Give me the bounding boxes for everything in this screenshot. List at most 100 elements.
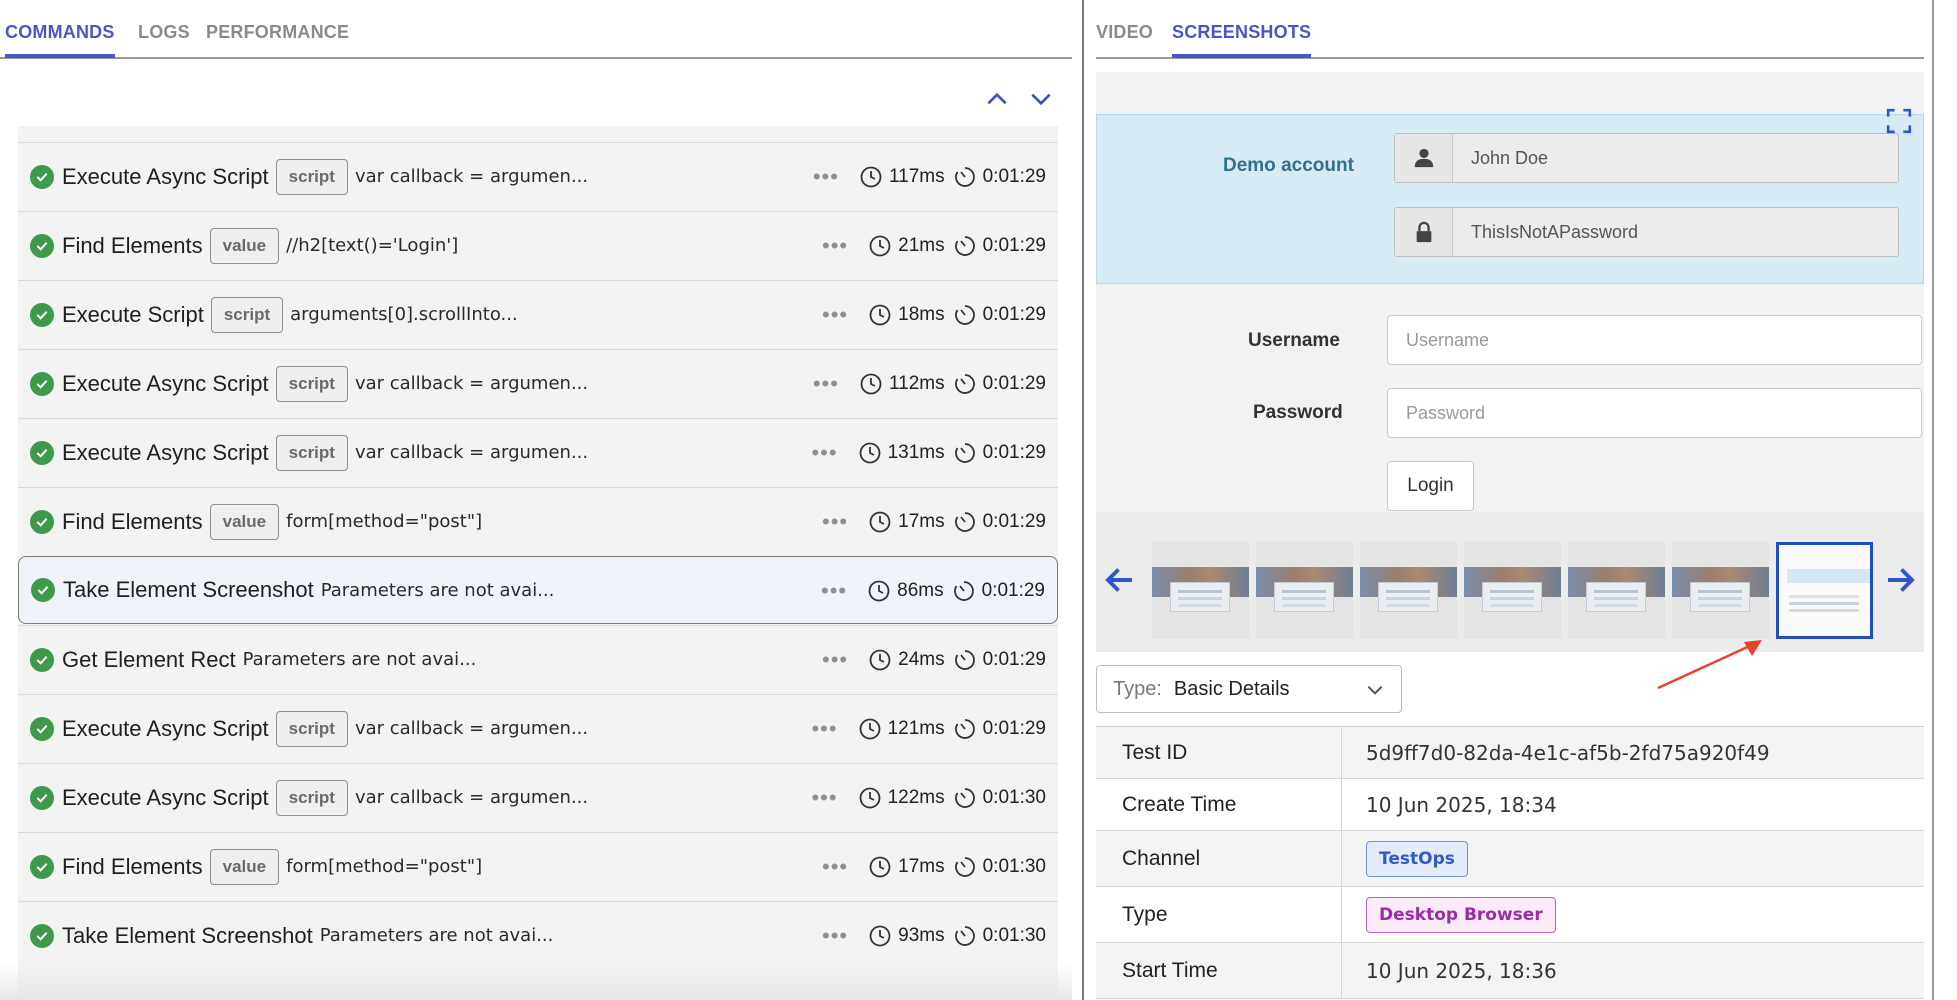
clock-icon [869, 649, 891, 671]
screenshot-thumbnail[interactable] [1672, 542, 1769, 639]
screenshot-thumbnail[interactable] [1568, 542, 1665, 639]
tab-video[interactable]: VIDEO [1096, 22, 1153, 43]
command-timestamp: 0:01:30 [982, 787, 1046, 808]
more-dots-icon[interactable]: ••• [813, 373, 839, 395]
command-duration: 17ms [898, 856, 945, 877]
command-timestamp: 0:01:29 [981, 580, 1045, 601]
command-param: //h2[text()='Login'] [286, 235, 459, 256]
timer-icon [954, 788, 975, 808]
scroll-fade [0, 964, 1072, 1000]
tab-performance[interactable]: PERFORMANCE [206, 22, 349, 43]
check-circle-icon [30, 440, 54, 465]
more-dots-icon[interactable]: ••• [822, 925, 848, 947]
command-row[interactable]: Find Elements value //h2[text()='Login'] ••… [18, 211, 1058, 279]
check-circle-icon [30, 371, 54, 396]
command-row[interactable]: Execute Script script arguments[0].scrollI… [18, 280, 1058, 348]
demo-username-value: John Doe [1471, 147, 1549, 168]
command-duration: 24ms [898, 649, 945, 670]
timer-icon [954, 650, 975, 670]
annotation-arrow-icon [1657, 640, 1762, 690]
command-row[interactable]: Take Element Screenshot Parameters are no… [18, 556, 1058, 624]
command-list: Execute Async Script script var callback =… [18, 126, 1058, 1000]
command-row[interactable]: Execute Async Script script var callback =… [18, 694, 1058, 762]
command-tag: value [209, 227, 280, 264]
command-name: Execute Async Script [62, 784, 269, 810]
command-row[interactable]: Execute Async Script script var callback =… [18, 349, 1058, 417]
command-name: Execute Async Script [62, 370, 269, 396]
command-name: Execute Async Script [62, 439, 269, 465]
more-dots-icon[interactable]: ••• [811, 718, 837, 740]
timer-icon [954, 443, 975, 463]
tab-commands[interactable]: COMMANDS [5, 22, 115, 58]
command-row[interactable]: Find Elements value form[method="post"] •••… [18, 487, 1058, 555]
command-row[interactable]: Take Element Screenshot Parameters are no… [18, 901, 1058, 969]
username-input[interactable]: Username [1387, 315, 1922, 365]
command-tag: script [275, 710, 348, 747]
command-meta: ••• 86ms 0:01:29 [821, 557, 1045, 625]
details-row: Type Desktop Browser [1096, 887, 1924, 943]
check-circle-icon [30, 854, 54, 879]
check-circle-icon [30, 233, 54, 258]
more-dots-icon[interactable]: ••• [822, 235, 848, 257]
panel-divider[interactable] [1082, 0, 1084, 1000]
more-dots-icon[interactable]: ••• [813, 166, 839, 188]
chevron-up-icon[interactable] [984, 86, 1010, 112]
details-key: Test ID [1096, 727, 1342, 778]
command-param: arguments[0].scrollInto... [290, 304, 518, 325]
command-meta: ••• 131ms 0:01:29 [811, 419, 1046, 487]
check-circle-icon [30, 785, 54, 810]
command-duration: 117ms [888, 166, 945, 187]
screenshot-thumbnail[interactable] [1464, 542, 1561, 639]
command-row[interactable]: Find Elements value form[method="post"] •••… [18, 832, 1058, 900]
details-value-cell: TestOps [1342, 840, 1468, 877]
timer-icon [954, 857, 975, 877]
password-label: Password [1253, 402, 1343, 423]
screenshot-thumbnail[interactable] [1776, 542, 1873, 639]
command-param: var callback = argumen... [354, 787, 589, 808]
command-row[interactable]: Get Element Rect Parameters are not avai.… [18, 625, 1058, 693]
left-tab-bar: COMMANDS LOGS PERFORMANCE [0, 0, 1072, 59]
testops-badge: TestOps [1366, 840, 1468, 877]
command-row[interactable]: Execute Async Script script var callback =… [18, 142, 1058, 210]
command-name: Find Elements [62, 508, 203, 534]
screenshot-thumbnail[interactable] [1152, 542, 1249, 639]
more-dots-icon[interactable]: ••• [822, 511, 848, 533]
more-dots-icon[interactable]: ••• [822, 856, 848, 878]
type-select-label: Type: [1113, 677, 1162, 700]
demo-account-label: Demo account [1223, 155, 1354, 176]
more-dots-icon[interactable]: ••• [811, 442, 837, 464]
command-timestamp: 0:01:30 [982, 925, 1046, 946]
screenshot-preview: Demo account John Doe ThisIsNotAPassword [1096, 72, 1924, 512]
chevron-down-icon[interactable] [1028, 86, 1054, 112]
command-timestamp: 0:01:29 [982, 304, 1046, 325]
command-timestamp: 0:01:30 [982, 856, 1046, 877]
command-param: form[method="post"] [286, 856, 483, 877]
command-param: Parameters are not avai... [319, 925, 554, 946]
screenshot-thumbnail[interactable] [1360, 542, 1457, 639]
arrow-right-icon[interactable] [1882, 562, 1918, 598]
more-dots-icon[interactable]: ••• [811, 787, 837, 809]
more-dots-icon[interactable]: ••• [822, 304, 848, 326]
clock-icon [860, 166, 882, 188]
command-name: Find Elements [62, 232, 203, 258]
command-timestamp: 0:01:29 [982, 442, 1046, 463]
demo-password-value: ThisIsNotAPassword [1471, 221, 1639, 242]
details-key: Type [1096, 887, 1342, 942]
clock-icon [869, 856, 891, 878]
screenshot-thumbnail[interactable] [1256, 542, 1353, 639]
desktop-badge: Desktop Browser [1366, 896, 1556, 933]
tab-screenshots[interactable]: SCREENSHOTS [1172, 22, 1312, 58]
tab-logs[interactable]: LOGS [138, 22, 190, 43]
clock-icon [869, 925, 891, 947]
command-param: Parameters are not avai... [242, 649, 477, 670]
type-select[interactable]: Type: Basic Details [1096, 665, 1402, 713]
command-row[interactable]: Execute Async Script script var callback =… [18, 418, 1058, 486]
login-button[interactable]: Login [1387, 461, 1474, 511]
more-dots-icon[interactable]: ••• [822, 649, 848, 671]
command-row[interactable]: Execute Async Script script var callback =… [18, 763, 1058, 831]
password-input[interactable]: Password [1387, 388, 1922, 438]
more-dots-icon[interactable]: ••• [821, 580, 847, 602]
clock-icon [869, 304, 891, 326]
arrow-left-icon[interactable] [1102, 562, 1138, 598]
fullscreen-icon[interactable] [1886, 108, 1912, 134]
